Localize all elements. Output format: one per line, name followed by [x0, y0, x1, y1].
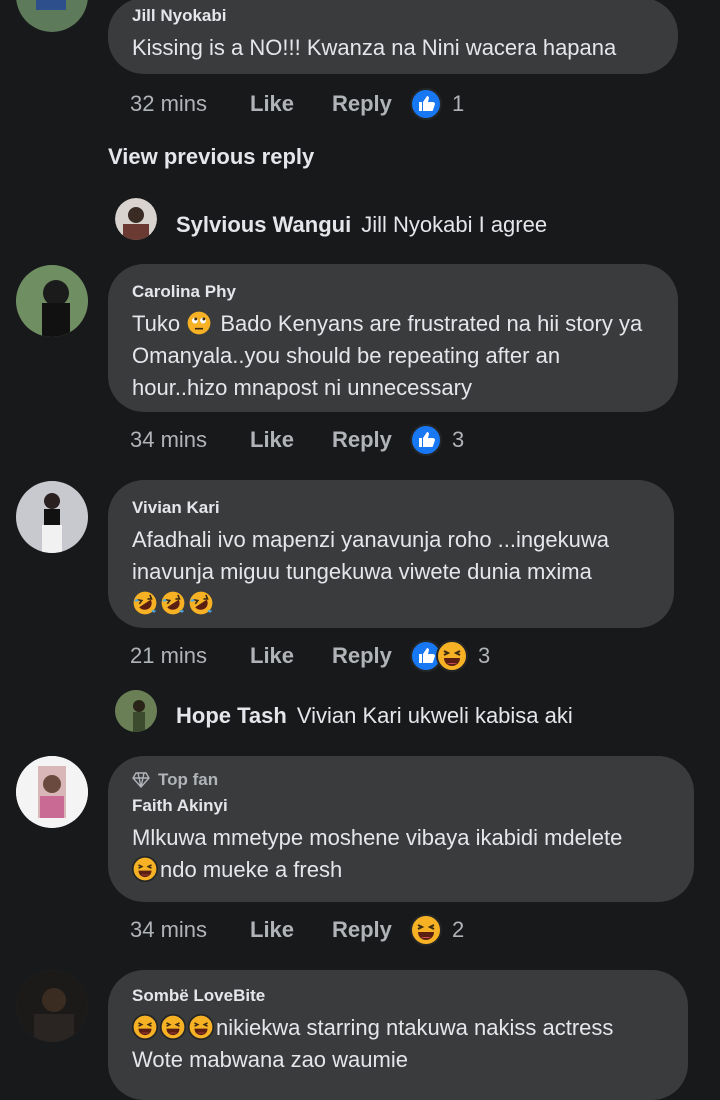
comment-emojis: [132, 588, 652, 620]
avatar[interactable]: [115, 198, 157, 240]
avatar[interactable]: [16, 0, 88, 32]
laughing-face-icon: [132, 856, 158, 882]
rofl-icon: [132, 590, 158, 616]
like-reaction-icon: [410, 424, 442, 456]
comment-author[interactable]: Sombë LoveBite: [132, 986, 666, 1006]
rofl-icon: [160, 590, 186, 616]
avatar[interactable]: [16, 756, 88, 828]
top-fan-badge[interactable]: Top fan: [132, 770, 672, 790]
comment-actions: 21 mins Like Reply 3: [130, 640, 490, 672]
laughing-face-icon: [188, 1014, 214, 1040]
comment-timestamp[interactable]: 34 mins: [130, 427, 250, 453]
like-button[interactable]: Like: [250, 91, 332, 117]
reply-button[interactable]: Reply: [332, 917, 410, 943]
reply-button[interactable]: Reply: [332, 91, 410, 117]
reaction-count: 2: [452, 917, 465, 942]
avatar[interactable]: [16, 970, 88, 1042]
comment-timestamp[interactable]: 21 mins: [130, 643, 250, 669]
rofl-icon: [188, 590, 214, 616]
comment-text: Tuko Bado Kenyans are frustrated na hii …: [132, 310, 643, 400]
comment-text: Kissing is a NO!!! Kwanza na Nini wacera…: [132, 35, 617, 60]
reaction-count: 3: [452, 427, 465, 452]
reply-text: Jill Nyokabi I agree: [361, 212, 548, 237]
laughing-face-icon: [132, 1014, 158, 1040]
reply-author[interactable]: Hope Tash: [176, 703, 287, 728]
comment-bubble: Vivian Kari Afadhali ivo mapenzi yanavun…: [108, 480, 674, 628]
comment-text: nikiekwa starring ntakuwa nakiss actress…: [132, 1014, 614, 1072]
reaction-summary[interactable]: 2: [410, 914, 464, 946]
comment-actions: 34 mins Like Reply 3: [130, 424, 464, 456]
reaction-count: 3: [478, 643, 491, 668]
like-button[interactable]: Like: [250, 427, 332, 453]
comment-bubble: Top fan Faith Akinyi Mlkuwa mmetype mosh…: [108, 756, 694, 902]
reply-author[interactable]: Sylvious Wangui: [176, 212, 351, 237]
comment-actions: 32 mins Like Reply 1: [130, 88, 464, 120]
comment-timestamp[interactable]: 32 mins: [130, 91, 250, 117]
reaction-summary[interactable]: 3: [410, 640, 490, 672]
reaction-summary[interactable]: 1: [410, 88, 464, 120]
reply-text: Vivian Kari ukweli kabisa aki: [296, 703, 573, 728]
comment-author[interactable]: Faith Akinyi: [132, 796, 672, 816]
face-with-rolling-eyes-icon: [186, 310, 212, 336]
reply-button[interactable]: Reply: [332, 427, 410, 453]
comment-bubble: Jill Nyokabi Kissing is a NO!!! Kwanza n…: [108, 0, 678, 74]
like-button[interactable]: Like: [250, 643, 332, 669]
haha-reaction-icon: [436, 640, 468, 672]
comment-bubble: Carolina Phy Tuko Bado Kenyans are frust…: [108, 264, 678, 412]
like-button[interactable]: Like: [250, 917, 332, 943]
laughing-face-icon: [160, 1014, 186, 1040]
reaction-count: 1: [452, 91, 465, 116]
avatar[interactable]: [16, 481, 88, 553]
comment-text: Mlkuwa mmetype moshene vibaya ikabidi md…: [132, 825, 623, 882]
comment-text: Afadhali ivo mapenzi yanavunja roho ...i…: [132, 527, 609, 584]
avatar[interactable]: [115, 690, 157, 732]
haha-reaction-icon: [410, 914, 442, 946]
comment-author[interactable]: Carolina Phy: [132, 282, 656, 302]
reply-button[interactable]: Reply: [332, 643, 410, 669]
comment-actions: 34 mins Like Reply 2: [130, 914, 464, 946]
comment-author[interactable]: Vivian Kari: [132, 498, 652, 518]
comment-timestamp[interactable]: 34 mins: [130, 917, 250, 943]
comment-author[interactable]: Jill Nyokabi: [132, 6, 656, 26]
like-reaction-icon: [410, 88, 442, 120]
inline-reply: Sylvious Wangui Jill Nyokabi I agree: [176, 212, 547, 238]
view-previous-reply-link[interactable]: View previous reply: [108, 144, 314, 170]
reaction-summary[interactable]: 3: [410, 424, 464, 456]
diamond-icon: [132, 772, 150, 788]
avatar[interactable]: [16, 265, 88, 337]
inline-reply: Hope Tash Vivian Kari ukweli kabisa aki: [176, 703, 573, 729]
